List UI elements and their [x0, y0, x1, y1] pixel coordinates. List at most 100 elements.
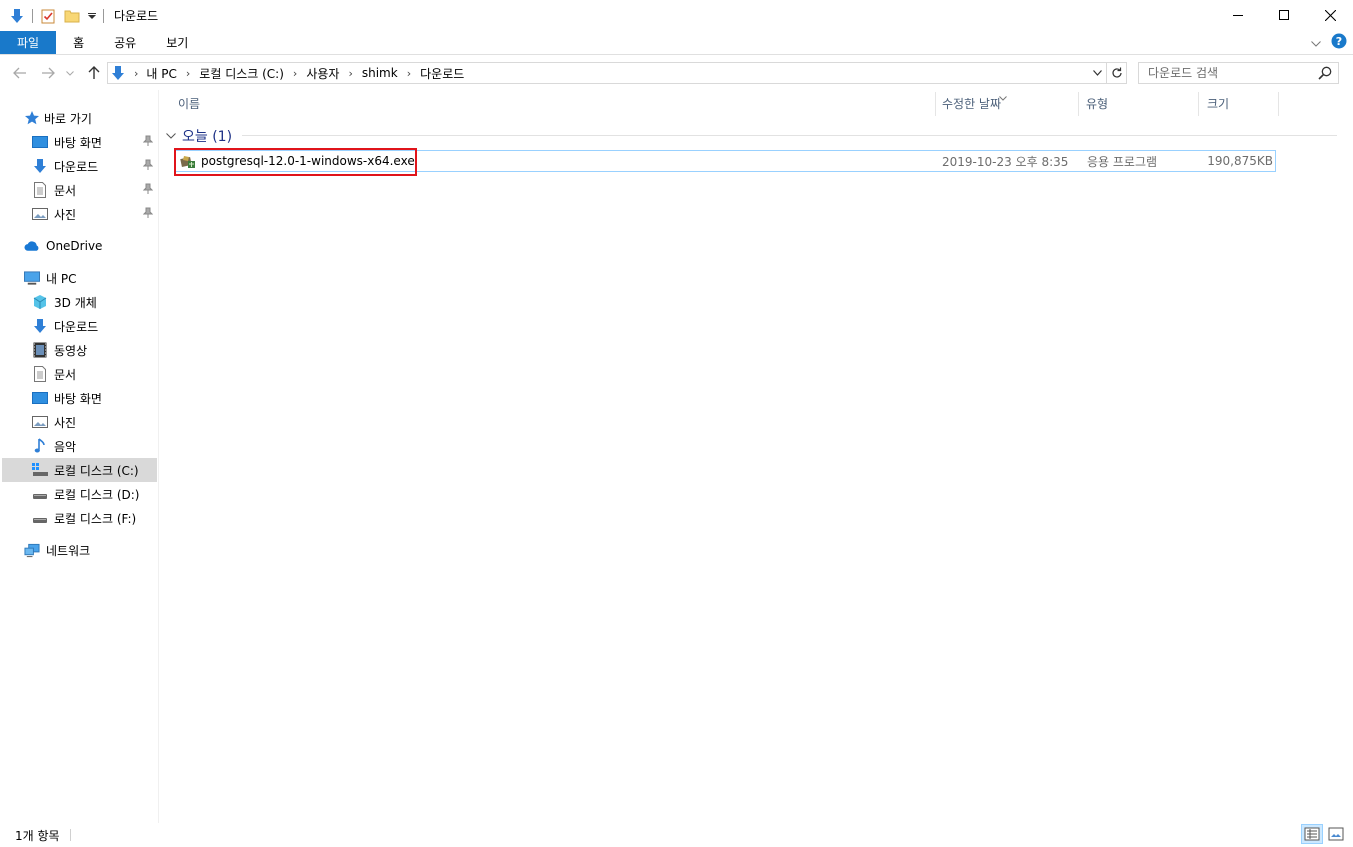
sidebar-item-network[interactable]: 네트워크	[24, 538, 157, 562]
column-divider[interactable]	[1078, 92, 1079, 116]
sidebar-item-quick-access[interactable]: 바로 가기	[24, 106, 157, 130]
group-label: 오늘 (1)	[182, 129, 233, 145]
address-history-dropdown[interactable]	[1088, 63, 1106, 83]
breadcrumb-separator[interactable]: ›	[134, 67, 138, 80]
sidebar-item-documents[interactable]: 문서	[32, 362, 157, 386]
properties-icon[interactable]	[39, 7, 57, 25]
sidebar-item-desktop-quick[interactable]: 바탕 화면	[32, 130, 157, 154]
search-icon[interactable]	[1318, 66, 1332, 83]
file-type-cell: 응용 프로그램	[1087, 154, 1158, 169]
new-folder-icon[interactable]	[63, 7, 81, 25]
pictures-icon	[32, 414, 48, 430]
drive-icon	[32, 510, 48, 526]
sidebar-item-label: 바탕 화면	[54, 391, 102, 406]
sidebar-item-label: 사진	[54, 207, 77, 222]
sidebar-item-pictures[interactable]: 사진	[32, 410, 157, 434]
breadcrumb-separator[interactable]: ›	[186, 67, 190, 80]
breadcrumb-users[interactable]: 사용자	[306, 65, 339, 82]
toolbar-separator	[103, 8, 104, 23]
large-icons-view-icon[interactable]	[1325, 824, 1347, 844]
column-divider[interactable]	[1278, 92, 1279, 116]
address-bar-controls	[1088, 63, 1126, 83]
navigation-pane: 바로 가기 바탕 화면 다운로드 문서 사진 OneDrive 내 PC 3D …	[0, 90, 159, 823]
network-icon	[24, 542, 40, 558]
document-icon	[32, 182, 48, 198]
sidebar-item-downloads-quick[interactable]: 다운로드	[32, 154, 157, 178]
breadcrumb-separator[interactable]: ›	[407, 67, 411, 80]
recent-locations-dropdown[interactable]	[62, 61, 78, 85]
sidebar-item-label: 로컬 디스크 (D:)	[54, 487, 140, 502]
view-toggle-buttons	[1301, 824, 1347, 844]
sidebar-item-local-disk-d[interactable]: 로컬 디스크 (D:)	[32, 482, 157, 506]
search-box[interactable]	[1138, 62, 1339, 84]
sidebar-item-documents-quick[interactable]: 문서	[32, 178, 157, 202]
refresh-button[interactable]	[1106, 63, 1126, 83]
search-input[interactable]	[1148, 66, 1308, 80]
minimize-button[interactable]	[1215, 0, 1261, 30]
customize-toolbar-dropdown-icon[interactable]	[87, 7, 97, 25]
pin-icon[interactable]	[142, 183, 154, 198]
toolbar-separator	[32, 8, 33, 23]
breadcrumb-downloads[interactable]: 다운로드	[420, 65, 464, 82]
details-view-icon[interactable]	[1301, 824, 1323, 844]
sidebar-item-local-disk-c[interactable]: 로컬 디스크 (C:)	[2, 458, 157, 482]
sidebar-item-label: 문서	[54, 183, 77, 198]
item-count: 1개 항목	[15, 828, 60, 843]
sidebar-item-label: 다운로드	[54, 319, 99, 334]
column-divider[interactable]	[935, 92, 936, 116]
column-header-modified[interactable]: 수정한 날짜	[942, 90, 1082, 116]
sort-indicator-icon	[999, 95, 1007, 101]
tab-share[interactable]: 공유	[99, 31, 151, 54]
back-button[interactable]	[8, 61, 32, 85]
maximize-button[interactable]	[1261, 0, 1307, 30]
column-header-size[interactable]: 크기	[1207, 90, 1277, 116]
help-icon[interactable]: ?	[1331, 33, 1347, 52]
up-button[interactable]	[82, 61, 106, 85]
column-header-type[interactable]: 유형	[1086, 90, 1196, 116]
breadcrumb-separator[interactable]: ›	[348, 67, 352, 80]
column-divider[interactable]	[1198, 92, 1199, 116]
column-header-name[interactable]: 이름	[178, 90, 928, 116]
desktop-icon	[32, 390, 48, 406]
group-header-today[interactable]: 오늘 (1)	[166, 126, 232, 146]
file-explorer-window: 다운로드 파일 홈 공유 보기 ? › 내 PC › 로컬 디스크 (C:) ›…	[0, 0, 1353, 847]
sidebar-item-desktop[interactable]: 바탕 화면	[32, 386, 157, 410]
ribbon-tabs: 파일 홈 공유 보기 ?	[0, 31, 1353, 55]
download-icon	[32, 158, 48, 174]
sidebar-item-downloads[interactable]: 다운로드	[32, 314, 157, 338]
sidebar-item-local-disk-f[interactable]: 로컬 디스크 (F:)	[32, 506, 157, 530]
sidebar-item-label: 바탕 화면	[54, 135, 102, 150]
pin-icon[interactable]	[142, 135, 154, 150]
breadcrumb-separator[interactable]: ›	[293, 67, 297, 80]
sidebar-item-label: OneDrive	[46, 239, 103, 253]
breadcrumb-this-pc[interactable]: 내 PC	[146, 65, 176, 82]
pin-icon[interactable]	[142, 159, 154, 174]
navigation-bar: › 내 PC › 로컬 디스크 (C:) › 사용자 › shimk › 다운로…	[0, 56, 1353, 90]
sidebar-item-this-pc[interactable]: 내 PC	[24, 266, 157, 290]
sidebar-item-label: 로컬 디스크 (C:)	[54, 463, 139, 478]
expand-ribbon-icon[interactable]	[1311, 36, 1321, 50]
breadcrumb-local-disk-c[interactable]: 로컬 디스크 (C:)	[199, 65, 284, 82]
desktop-icon	[32, 134, 48, 150]
ribbon-right-controls: ?	[1311, 33, 1347, 52]
pin-icon[interactable]	[142, 207, 154, 222]
sidebar-item-label: 3D 개체	[54, 295, 97, 310]
sidebar-item-videos[interactable]: 동영상	[32, 338, 157, 362]
sidebar-item-pictures-quick[interactable]: 사진	[32, 202, 157, 226]
breadcrumb-user-shimk[interactable]: shimk	[362, 66, 398, 80]
address-bar[interactable]: › 내 PC › 로컬 디스크 (C:) › 사용자 › shimk › 다운로…	[107, 62, 1127, 84]
sidebar-item-label: 음악	[54, 439, 77, 454]
sidebar-item-label: 사진	[54, 415, 77, 430]
sidebar-item-onedrive[interactable]: OneDrive	[24, 234, 157, 258]
sidebar-item-music[interactable]: 음악	[32, 434, 157, 458]
computer-icon	[24, 270, 40, 286]
forward-button[interactable]	[36, 61, 60, 85]
download-folder-icon	[110, 65, 126, 81]
close-button[interactable]	[1307, 0, 1353, 30]
tab-home[interactable]: 홈	[58, 31, 99, 54]
tab-file[interactable]: 파일	[0, 31, 57, 54]
system-drive-icon	[32, 462, 48, 478]
tab-view[interactable]: 보기	[151, 31, 203, 54]
file-size-cell: 190,875KB	[1207, 154, 1273, 168]
sidebar-item-3d-objects[interactable]: 3D 개체	[32, 290, 157, 314]
